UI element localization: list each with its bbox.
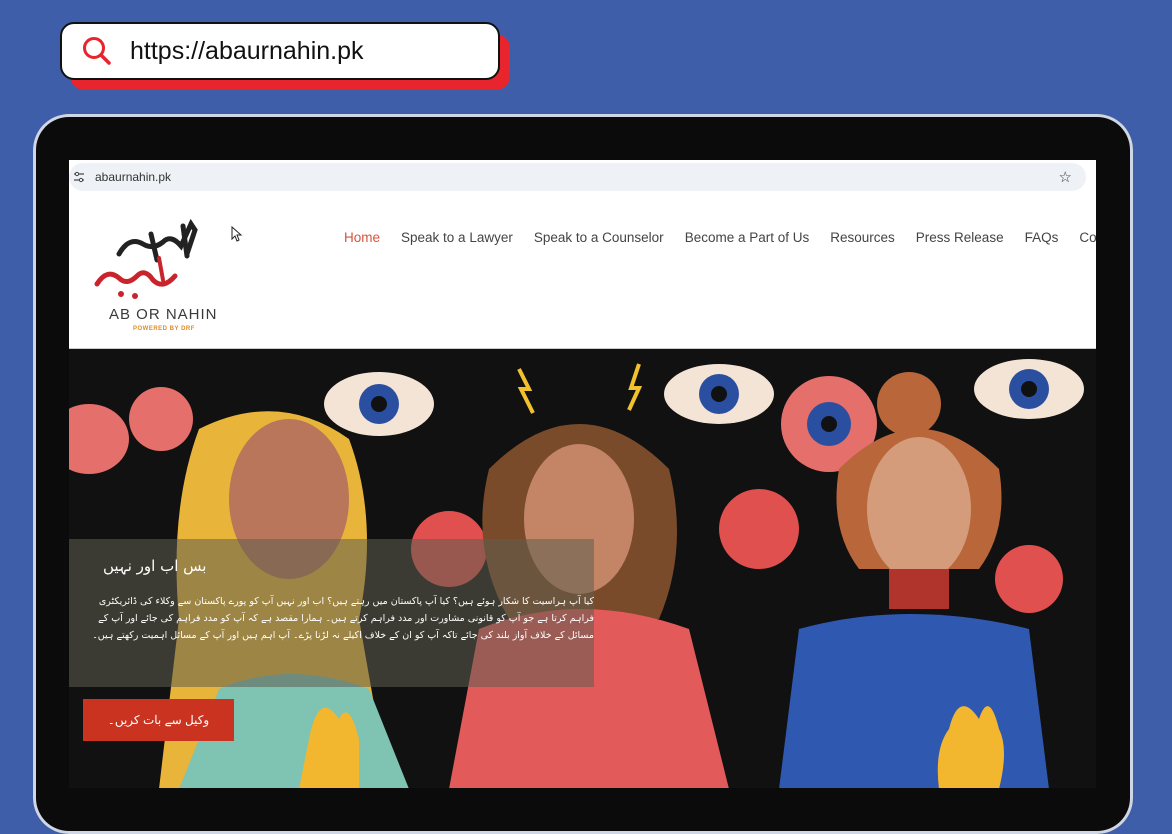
hero-banner: بس اب اور نہیں کیا آپ ہراسیت کا شکار ہوئ… <box>69 349 1096 788</box>
address-text: abaurnahin.pk <box>95 170 172 184</box>
hero-description: کیا آپ ہراسیت کا شکار ہوئے ہیں؟ کیا آپ پ… <box>92 596 594 641</box>
site-logo[interactable]: AB OR NAHIN POWERED BY DRF <box>91 214 221 334</box>
nav-become-part[interactable]: Become a Part of Us <box>685 230 810 245</box>
speak-to-lawyer-button[interactable]: وکیل سے بات کریں۔ <box>83 699 234 741</box>
site-header: AB OR NAHIN POWERED BY DRF Home Speak to… <box>69 196 1096 349</box>
logo-urdu-mark <box>94 218 198 299</box>
nav-speak-to-lawyer[interactable]: Speak to a Lawyer <box>401 230 513 245</box>
nav-press-release[interactable]: Press Release <box>916 230 1004 245</box>
nav-faqs[interactable]: FAQs <box>1025 230 1059 245</box>
url-search-bar[interactable]: https://abaurnahin.pk <box>60 22 500 80</box>
search-url-text: https://abaurnahin.pk <box>130 36 364 65</box>
star-icon[interactable]: ☆ <box>1059 168 1072 186</box>
address-bar[interactable]: abaurnahin.pk ☆ <box>69 163 1086 191</box>
nav-home[interactable]: Home <box>344 230 380 245</box>
nav-speak-to-counselor[interactable]: Speak to a Counselor <box>534 230 664 245</box>
nav-contact[interactable]: Contact <box>1079 230 1096 245</box>
nav-resources[interactable]: Resources <box>830 230 895 245</box>
browser-screen: abaurnahin.pk ☆ AB OR NAHIN POWERED BY D… <box>69 160 1096 788</box>
logo-name: AB OR NAHIN <box>109 306 218 323</box>
mouse-cursor-icon <box>231 226 243 242</box>
search-icon <box>83 37 111 65</box>
hero-title: بس اب اور نہیں <box>103 557 207 575</box>
main-nav: Home Speak to a Lawyer Speak to a Counse… <box>344 230 1096 245</box>
logo-powered-by: POWERED BY DRF <box>133 326 195 332</box>
site-info-icon[interactable] <box>73 171 85 183</box>
browser-toolbar: abaurnahin.pk ☆ <box>69 160 1096 196</box>
